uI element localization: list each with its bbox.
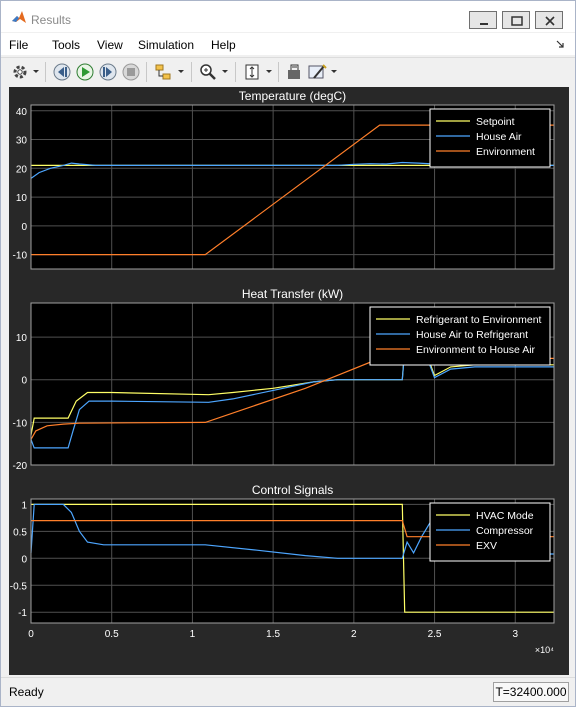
y-tick-label: 0.5	[13, 527, 27, 538]
y-tick-label: 10	[16, 193, 28, 204]
y-tick-label: 30	[16, 136, 28, 147]
title-bar: Results	[1, 1, 575, 32]
menu-simulation[interactable]: Simulation	[138, 38, 194, 52]
toolbar-separator	[146, 62, 147, 82]
chart-3: -1 -0.5 0 0.5 1 Control Signals HVAC Mode Compr…	[10, 483, 555, 655]
y-tick-label: -1	[18, 608, 27, 619]
status-text: Ready	[9, 685, 44, 699]
x-tick-label: 2.5	[428, 629, 442, 640]
minimize-button[interactable]	[469, 11, 497, 29]
chart-title: Temperature (degC)	[239, 89, 346, 103]
legend-label: House Air	[476, 131, 522, 143]
legend-label: Environment	[476, 146, 535, 158]
fit-dropdown-icon[interactable]	[265, 69, 273, 75]
y-tick-label: 10	[16, 333, 28, 344]
y-tick-label: 0	[21, 376, 27, 387]
menu-file[interactable]: File	[9, 38, 28, 52]
chart-1: -10 0 10 20 30 40 Temperature (degC) Setpoint Ho…	[13, 89, 555, 270]
status-bar: Ready T=32400.000	[1, 677, 575, 706]
style-dropdown-icon[interactable]	[330, 69, 338, 75]
y-tick-label: -10	[13, 251, 28, 262]
toolbar-separator	[278, 62, 279, 82]
write-icon[interactable]	[283, 61, 305, 83]
undock-arrow-icon[interactable]	[555, 39, 565, 49]
settings-dropdown-icon[interactable]	[32, 69, 40, 75]
menu-view[interactable]: View	[97, 38, 123, 52]
toolbar-separator	[235, 62, 236, 82]
toolbar-separator	[191, 62, 192, 82]
style-icon[interactable]	[306, 61, 328, 83]
legend-label: Compressor	[476, 525, 534, 537]
minimize-icon	[480, 23, 488, 25]
y-tick-label: -0.5	[10, 581, 28, 592]
step-back-icon[interactable]	[51, 61, 73, 83]
fit-axes-icon[interactable]	[241, 61, 263, 83]
x-tick-label: 2	[351, 629, 357, 640]
chart-title: Heat Transfer (kW)	[242, 287, 343, 301]
y-tick-label: 1	[21, 500, 27, 511]
menu-help[interactable]: Help	[211, 38, 236, 52]
y-tick-label: 0	[21, 222, 27, 233]
legend-label: Refrigerant to Environment	[416, 314, 542, 326]
x-tick-label: 0	[28, 629, 34, 640]
legend-label: Setpoint	[476, 116, 515, 128]
close-button[interactable]	[535, 11, 563, 29]
x-exponent-label: ×10⁴	[535, 645, 554, 655]
signal-select-icon[interactable]	[152, 61, 174, 83]
x-tick-label: 1	[190, 629, 196, 640]
signal-dropdown-icon[interactable]	[177, 69, 185, 75]
stop-icon[interactable]	[120, 61, 142, 83]
y-tick-label: 0	[21, 554, 27, 565]
maximize-button[interactable]	[502, 11, 530, 29]
legend-label: HVAC Mode	[476, 510, 534, 522]
chart-title: Control Signals	[252, 483, 333, 497]
matlab-logo-icon	[12, 11, 26, 23]
settings-icon[interactable]	[9, 61, 31, 83]
y-tick-label: 20	[16, 164, 28, 175]
toolbar	[1, 57, 575, 86]
x-tick-label: 1.5	[266, 629, 280, 640]
legend-label: EXV	[476, 540, 497, 552]
x-tick-label: 3	[512, 629, 518, 640]
zoom-dropdown-icon[interactable]	[221, 69, 229, 75]
legend-label: House Air to Refrigerant	[416, 329, 528, 341]
charts-svg: -10010203040Temperature (degC)SetpointHo…	[10, 89, 555, 655]
run-icon[interactable]	[74, 61, 96, 83]
y-tick-label: -10	[13, 418, 28, 429]
legend-label: Environment to House Air	[416, 344, 536, 356]
toolbar-separator	[45, 62, 46, 82]
chart-2: -20 -10 0 10 Heat Transfer (kW) Refrigerant t…	[13, 287, 555, 472]
x-tick-label: 0.5	[105, 629, 119, 640]
maximize-icon	[511, 16, 523, 26]
close-icon	[545, 16, 555, 26]
step-forward-icon[interactable]	[97, 61, 119, 83]
window-title: Results	[31, 13, 72, 27]
results-window: Results File Tools View Simulation Help	[0, 0, 576, 707]
zoom-icon[interactable]	[197, 61, 219, 83]
y-tick-label: 40	[16, 107, 28, 118]
figure-area: -10 0 10 20 30 40 Temperature (degC) Setpoint Ho…	[9, 87, 569, 675]
y-tick-label: -20	[13, 461, 28, 472]
menu-tools[interactable]: Tools	[52, 38, 80, 52]
simulation-time: T=32400.000	[493, 682, 569, 702]
menu-bar: File Tools View Simulation Help	[1, 33, 575, 55]
